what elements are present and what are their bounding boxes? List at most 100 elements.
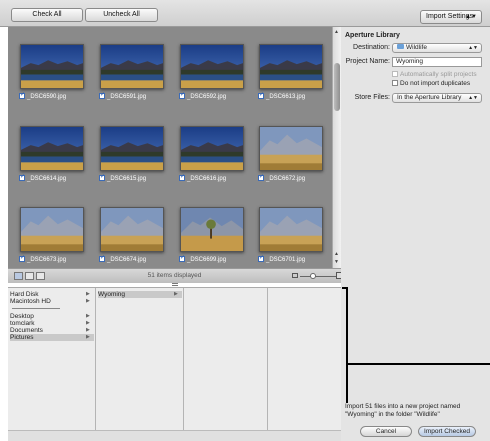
top-toolbar: Check All Uncheck All Import Settings ▲▼: [0, 0, 490, 27]
split-resize-handle[interactable]: [172, 283, 178, 286]
thumbnail-caption: _DSC6592.jpg: [179, 91, 227, 102]
zoom-small-icon: [292, 273, 298, 278]
thumbnail-caption: _DSC6613.jpg: [258, 91, 306, 102]
thumbnail-filename: _DSC6613.jpg: [266, 94, 306, 100]
annotation-bracket-horizontal: [346, 363, 490, 365]
check-all-button[interactable]: Check All: [11, 8, 83, 22]
import-checkbox[interactable]: [258, 173, 264, 181]
thumbnail-image[interactable]: [100, 44, 164, 89]
thumbnail-caption: _DSC6590.jpg: [19, 91, 67, 102]
import-checkbox[interactable]: [19, 173, 25, 181]
panel-title: Aperture Library: [345, 32, 400, 39]
store-files-value: In the Aperture Library: [397, 94, 462, 101]
destination-popup[interactable]: Wildlife ▲▼: [392, 43, 482, 53]
cancel-button[interactable]: Cancel: [360, 426, 412, 437]
thumbnail-image[interactable]: [20, 44, 84, 89]
import-checkbox[interactable]: [99, 91, 105, 99]
summary-line-2: "Wyoming" in the folder "Wildlife": [345, 411, 440, 418]
project-name-label: Project Name:: [345, 58, 390, 65]
scroll-up-arrow-icon-lower[interactable]: ▲: [334, 251, 339, 257]
uncheck-all-button[interactable]: Uncheck All: [85, 8, 158, 22]
split-projects-label: Automatically split projects: [400, 71, 477, 78]
column-item[interactable]: tomclark ▶: [10, 320, 94, 327]
column-empty-2: [268, 288, 341, 431]
import-summary: Import 51 files into a new project named…: [345, 403, 485, 419]
thumbnail-image[interactable]: [259, 44, 323, 89]
column-separator: [12, 308, 60, 309]
import-options-panel: Aperture Library Destination: Wildlife ▲…: [341, 27, 490, 441]
import-checkbox[interactable]: [179, 173, 185, 181]
chevron-right-icon: ▶: [86, 320, 90, 326]
thumbnail-caption: _DSC6674.jpg: [99, 254, 147, 265]
thumbnail-image[interactable]: [259, 207, 323, 252]
import-checkbox[interactable]: [179, 254, 185, 262]
column-item[interactable]: Desktop ▶: [10, 313, 94, 320]
thumbnail-caption: _DSC6672.jpg: [258, 173, 306, 184]
split-projects-checkbox[interactable]: Automatically split projects: [392, 71, 477, 78]
thumbnail-filename: _DSC6616.jpg: [187, 176, 227, 182]
column-item[interactable]: Pictures ▶: [10, 334, 94, 341]
import-checkbox[interactable]: [179, 91, 185, 99]
summary-line-1: Import 51 files into a new project named: [345, 403, 461, 410]
chevron-right-icon: ▶: [86, 298, 90, 304]
thumbnail-caption: _DSC6673.jpg: [19, 254, 67, 265]
thumbnail-filename: _DSC6591.jpg: [107, 94, 147, 100]
thumbnail-filename: _DSC6673.jpg: [27, 257, 67, 263]
import-checkbox[interactable]: [19, 254, 25, 262]
scroll-up-arrow-icon[interactable]: ▲: [334, 29, 339, 35]
column-empty-1: [184, 288, 268, 431]
thumbnail-filename: _DSC6592.jpg: [187, 94, 227, 100]
import-settings-popup[interactable]: Import Settings ▲▼: [420, 10, 482, 24]
column-item-label: Wyoming: [98, 291, 126, 298]
import-checkbox[interactable]: [258, 254, 264, 262]
thumbnail-image[interactable]: [180, 126, 244, 171]
thumbnail-filename: _DSC6590.jpg: [27, 94, 67, 100]
column-locations: Hard Disk ▶ Macintosh HD ▶ Desktop ▶ tomclark ▶…: [8, 288, 96, 431]
thumbnail-image[interactable]: [180, 207, 244, 252]
column-pictures: Wyoming ▶: [96, 288, 184, 431]
thumbnail-filename: _DSC6672.jpg: [266, 176, 306, 182]
column-browser-scrollbar[interactable]: [8, 430, 341, 441]
zoom-slider-knob[interactable]: [310, 273, 316, 279]
column-item[interactable]: Hard Disk ▶: [10, 291, 94, 298]
zoom-slider-track[interactable]: [300, 276, 336, 277]
column-item[interactable]: Documents ▶: [10, 327, 94, 334]
thumbnail-image[interactable]: [20, 207, 84, 252]
no-duplicates-checkbox[interactable]: Do not import duplicates: [392, 80, 470, 87]
chevron-right-icon: ▶: [174, 291, 178, 297]
chevron-right-icon: ▶: [86, 334, 90, 340]
column-item-label: Macintosh HD: [10, 298, 51, 305]
scrollbar-thumb[interactable]: [334, 63, 340, 111]
thumbnail-image[interactable]: [100, 207, 164, 252]
thumbnail-filename: _DSC6699.jpg: [187, 257, 227, 263]
project-name-field[interactable]: Wyoming: [392, 57, 482, 67]
chevron-right-icon: ▶: [86, 291, 90, 297]
store-files-label: Store Files:: [354, 94, 390, 101]
thumbnail-caption: _DSC6616.jpg: [179, 173, 227, 184]
destination-value: Wildlife: [406, 44, 427, 51]
chevron-right-icon: ▶: [86, 313, 90, 319]
folder-icon: [397, 44, 404, 49]
thumbnail-image[interactable]: [100, 126, 164, 171]
thumbnail-image[interactable]: [180, 44, 244, 89]
browser-bottom-bar: 51 items displayed: [8, 268, 343, 283]
thumbnail-caption: _DSC6699.jpg: [179, 254, 227, 265]
browser-scrollbar[interactable]: ▲ ▲ ▼: [332, 27, 341, 268]
import-checkbox[interactable]: [19, 91, 25, 99]
thumbnail-image[interactable]: [20, 126, 84, 171]
store-files-popup[interactable]: In the Aperture Library ▲▼: [392, 93, 482, 103]
thumbnail-filename: _DSC6674.jpg: [107, 257, 147, 263]
column-item-label: tomclark: [10, 320, 35, 327]
thumbnail-image[interactable]: [259, 126, 323, 171]
import-checked-button[interactable]: Import Checked: [418, 426, 476, 437]
scroll-down-arrow-icon[interactable]: ▼: [334, 259, 339, 265]
column-item[interactable]: Wyoming ▶: [98, 291, 182, 298]
destination-label: Destination:: [353, 44, 390, 51]
annotation-bracket-vertical: [346, 287, 348, 403]
import-checkbox[interactable]: [258, 91, 264, 99]
import-checkbox[interactable]: [99, 173, 105, 181]
column-item[interactable]: Macintosh HD ▶: [10, 298, 94, 305]
import-checkbox[interactable]: [99, 254, 105, 262]
thumbnail-caption: _DSC6591.jpg: [99, 91, 147, 102]
popup-arrows-icon: ▲▼: [465, 14, 477, 20]
